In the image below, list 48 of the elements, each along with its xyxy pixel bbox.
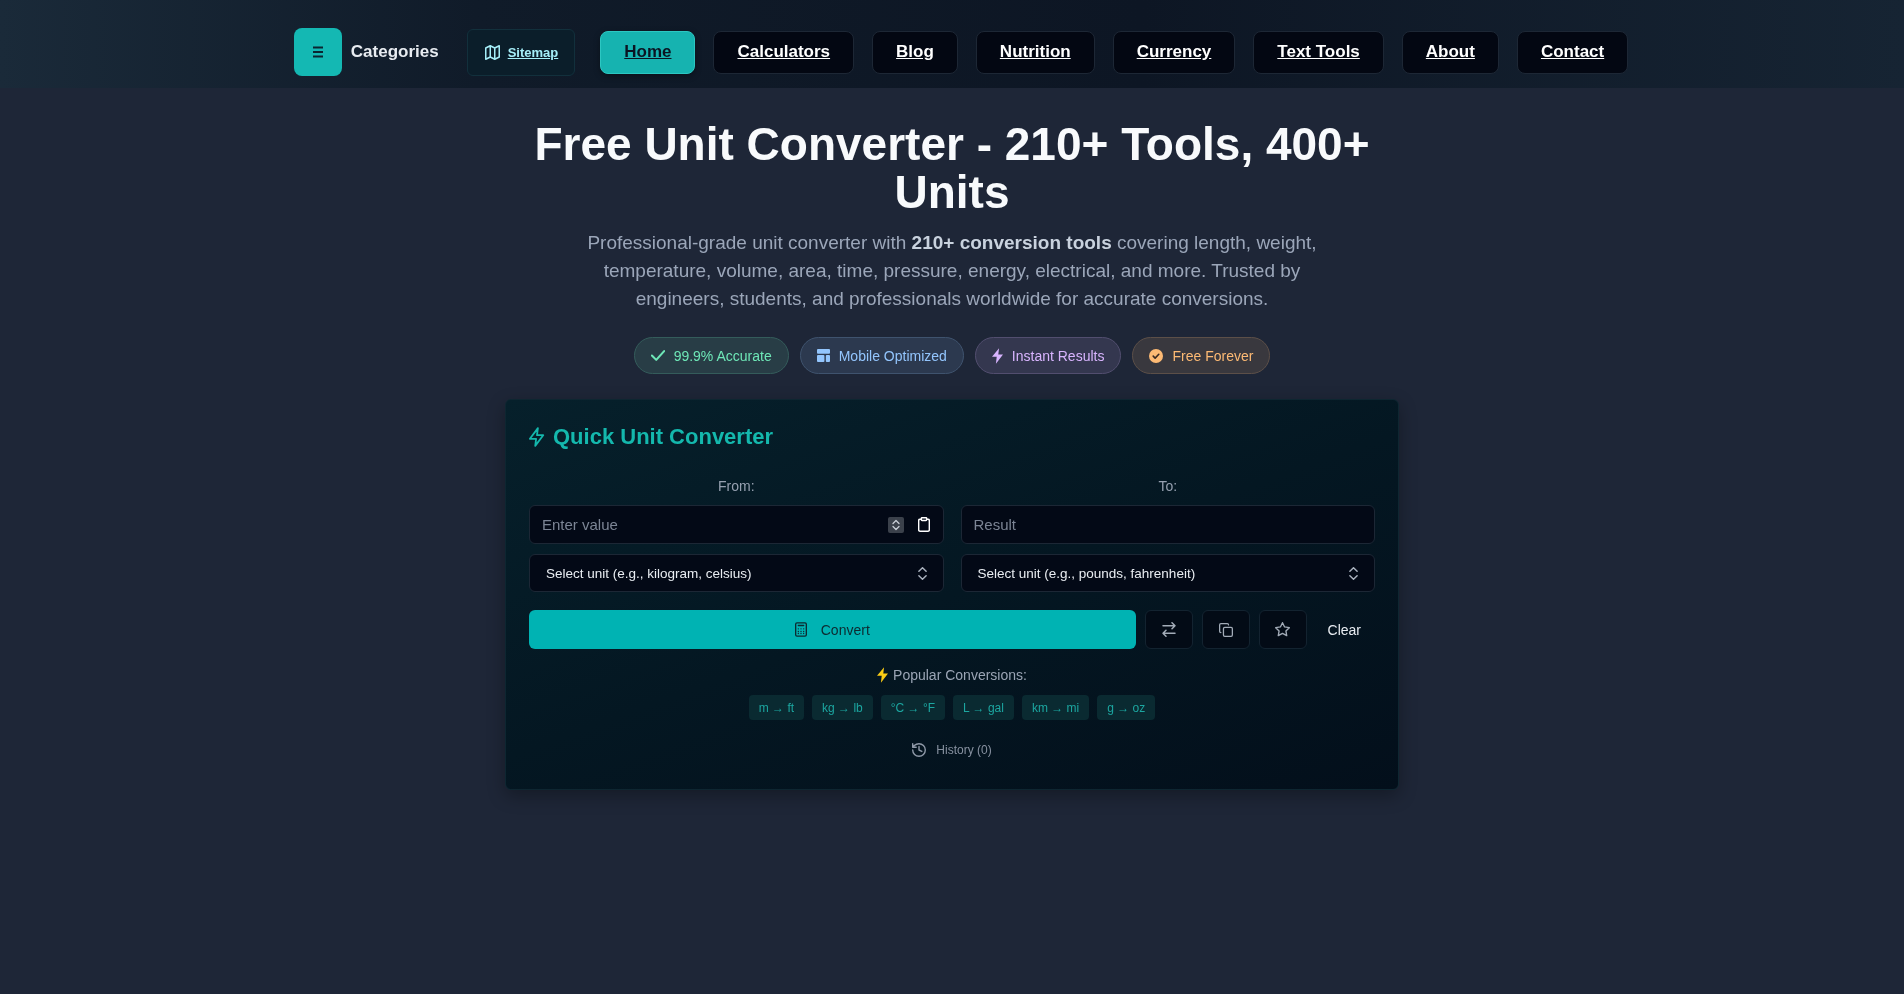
copy-icon — [1218, 622, 1233, 637]
favorite-button[interactable] — [1258, 610, 1307, 649]
unit-select[interactable]: Select unit (e.g., kilogram, celsius) — [529, 554, 944, 592]
convert-button[interactable]: Convert — [529, 610, 1136, 649]
map-icon — [484, 44, 500, 60]
conversion-chip[interactable]: m → ft — [748, 695, 805, 720]
card-title: Quick Unit Converter — [553, 424, 774, 450]
clipboard-icon[interactable] — [917, 517, 930, 532]
nav-link[interactable]: Currency — [1112, 30, 1236, 74]
field-label: To: — [1158, 477, 1178, 495]
conversion-chip[interactable]: g → oz — [1097, 695, 1156, 720]
swap-arrows-icon — [1161, 622, 1176, 637]
result-field[interactable]: Result — [960, 505, 1375, 544]
badge-label: Free Forever — [1172, 347, 1254, 364]
conversion-chip[interactable]: L → gal — [953, 695, 1014, 720]
nav-link[interactable]: Text Tools — [1253, 30, 1384, 74]
nav-link[interactable]: Home — [600, 30, 696, 74]
lightning-icon — [877, 667, 889, 683]
history-icon — [912, 743, 927, 757]
copy-button[interactable] — [1201, 610, 1250, 649]
nav-link[interactable]: Calculators — [713, 30, 855, 74]
chevron-up-down-icon — [917, 566, 927, 580]
lightning-icon — [529, 427, 545, 447]
section-label: Popular Conversions: — [893, 667, 1027, 683]
badge-label: Instant Results — [1011, 347, 1105, 364]
star-icon — [1275, 622, 1291, 637]
nav-link[interactable]: Nutrition — [975, 30, 1095, 74]
badge-label: 99.9% Accurate — [673, 347, 772, 364]
sitemap-link[interactable]: Sitemap — [466, 28, 576, 76]
conversion-chip[interactable]: km → mi — [1021, 695, 1090, 720]
field-label: From: — [717, 477, 755, 495]
history-button[interactable]: History (0) — [912, 743, 992, 757]
nav-link[interactable]: About — [1401, 30, 1499, 74]
calculator-icon — [794, 622, 807, 637]
conversion-chip[interactable]: kg → lb — [812, 695, 873, 720]
nav-link[interactable]: Contact — [1516, 30, 1629, 74]
page-title: Free Unit Converter - 210+ Tools, 400+ Units — [533, 120, 1371, 216]
swap-button[interactable] — [1144, 610, 1193, 649]
categories-button[interactable]: Categories — [293, 28, 439, 76]
page-subtitle: Professional-grade unit converter with 210+ conversion tools covering length, weight, temperature, volume, area, time, pressure, energy, electrical, and more. Trusted by engineers, students, and professionals worldwide for accurate conversions. — [586, 231, 1318, 311]
menu-icon[interactable] — [293, 28, 342, 76]
badge-label: Mobile Optimized — [838, 347, 947, 364]
unit-select[interactable]: Select unit (e.g., pounds, fahrenheit) — [960, 554, 1375, 592]
value-input[interactable]: Enter value — [529, 505, 944, 544]
clear-button[interactable]: Clear — [1315, 610, 1375, 649]
nav-link[interactable]: Blog — [872, 30, 958, 74]
conversion-chip[interactable]: °C → °F — [880, 695, 945, 720]
chevron-up-down-icon — [1349, 566, 1358, 580]
